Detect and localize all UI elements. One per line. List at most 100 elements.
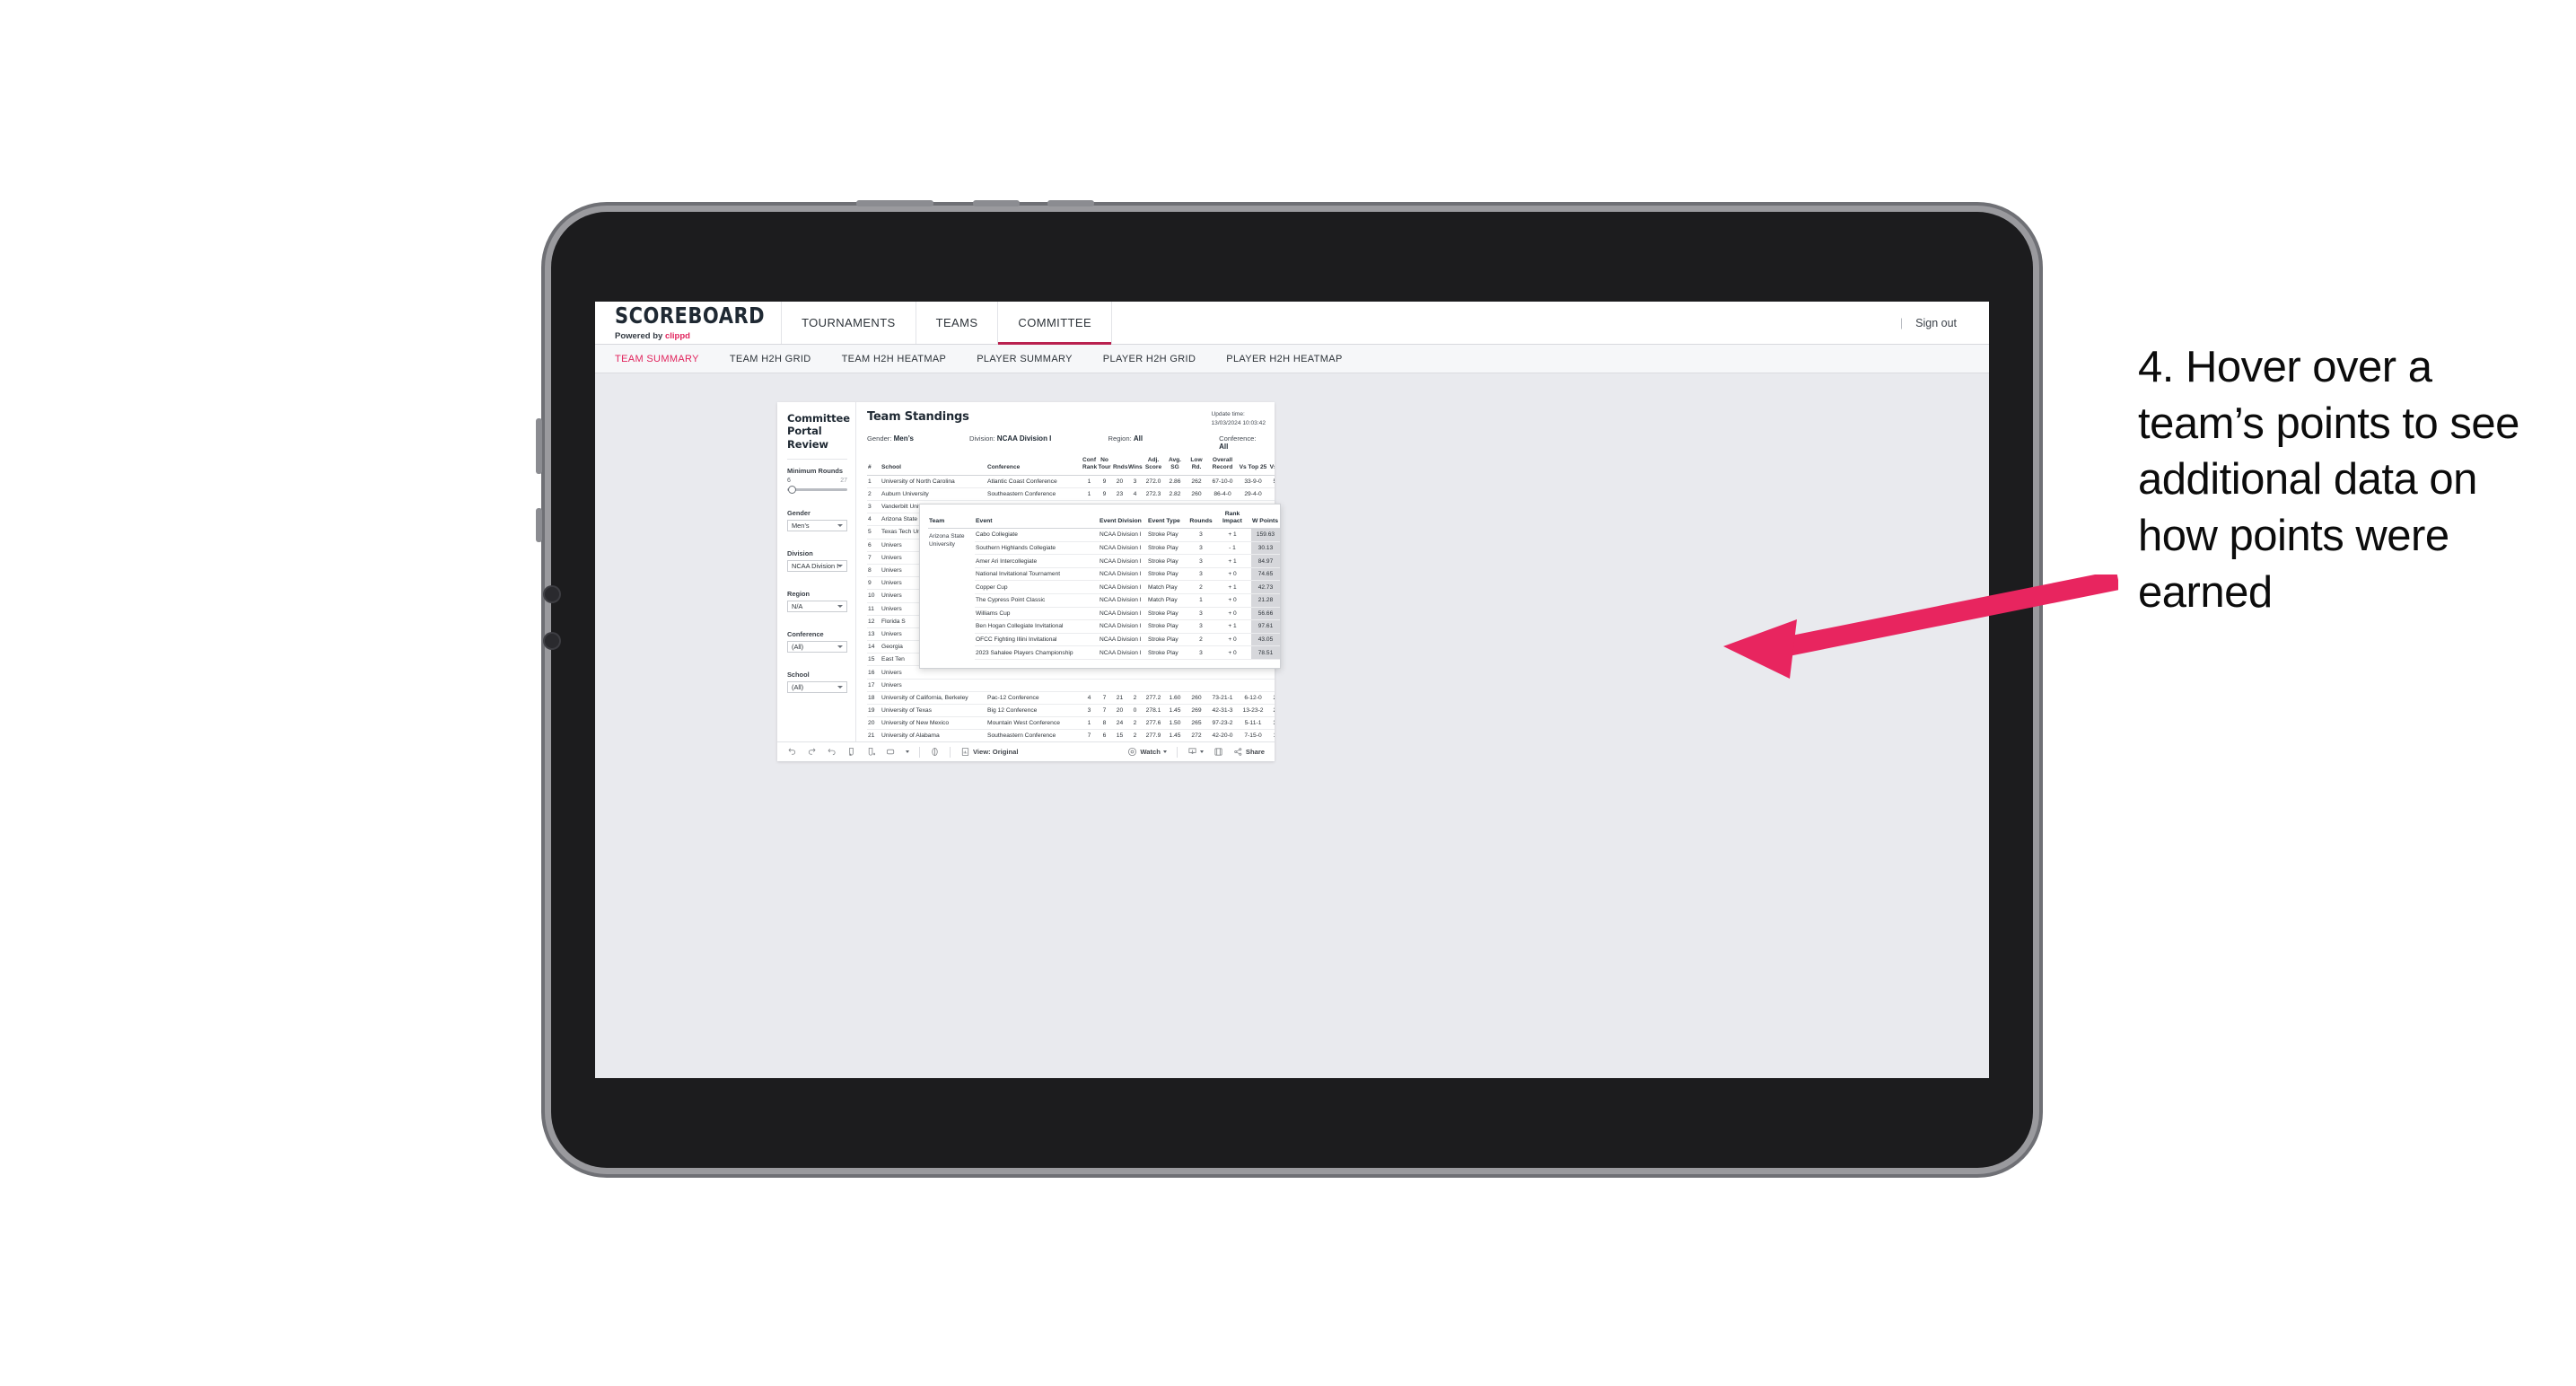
col-wins[interactable]: Wins — [1127, 457, 1143, 476]
table-row[interactable]: 2 Auburn University Southeastern Conferenc… — [867, 487, 1275, 502]
region-select[interactable]: N/A — [787, 601, 847, 613]
download-button[interactable] — [1187, 747, 1204, 757]
tab-team-summary[interactable]: TEAM SUMMARY — [615, 354, 699, 364]
refresh-data-icon[interactable] — [846, 747, 856, 757]
cell-low-rd: 260 — [1186, 691, 1207, 706]
tab-team-h2h-heatmap[interactable]: TEAM H2H HEATMAP — [842, 354, 947, 364]
table-row[interactable]: 21 University of Alabama Southeastern Conf… — [867, 729, 1275, 742]
school-select[interactable]: (All) — [787, 681, 847, 694]
cell-vs25 — [1238, 679, 1268, 692]
tooltip-cell-impact: - 1 — [1214, 541, 1251, 556]
table-header-row: # School Conference Conf Rank No Tour Rn… — [867, 457, 1275, 476]
cell-overall-record: 86-4-0 — [1207, 487, 1238, 502]
nav-item-teams[interactable]: TEAMS — [916, 302, 999, 344]
tooltip-row: Arizona State University Cabo Collegiate N… — [928, 528, 1280, 548]
filter-minimum-rounds: Minimum Rounds 6 27 — [787, 467, 847, 494]
tooltip-cell-w-points: 30.13 — [1251, 541, 1280, 556]
table-row[interactable]: 18 University of California, Berkeley Pac-… — [867, 691, 1275, 706]
cell-wins: 0 — [1127, 704, 1143, 718]
share-button[interactable]: Share — [1233, 747, 1265, 757]
minimum-rounds-values: 6 27 — [787, 478, 847, 484]
brand-logo[interactable]: SCOREBOARD Powered by clippd — [595, 302, 783, 344]
col-avg-sg[interactable]: Avg. SG — [1164, 457, 1186, 476]
cell-vs25: 6-12-0 — [1238, 691, 1268, 706]
cell-conference: Pac-12 Conference — [986, 691, 1082, 706]
standings-header: Team Standings Update time: 13/03/2024 1… — [856, 402, 1275, 451]
device-camera-icon — [545, 587, 559, 601]
cell-conf-rank: 4 — [1082, 691, 1097, 706]
tooltip-cell-type: Stroke Play — [1147, 567, 1188, 582]
region-value: N/A — [792, 602, 803, 611]
tooltip-cell-impact: + 1 — [1214, 619, 1251, 634]
sign-out-link[interactable]: Sign out — [1915, 317, 1957, 329]
division-value: NCAA Division I — [792, 562, 839, 571]
cell-wins: 2 — [1127, 691, 1143, 706]
chevron-down-icon[interactable] — [906, 750, 909, 753]
cell-avg-sg — [1164, 679, 1186, 692]
cell-low-rd — [1186, 679, 1207, 692]
cell-no-tour: 9 — [1097, 487, 1112, 502]
toolbar-right-group: Watch Share — [1127, 746, 1265, 758]
cell-avg-sg: 1.45 — [1164, 729, 1186, 742]
tab-player-h2h-heatmap[interactable]: PLAYER H2H HEATMAP — [1226, 354, 1342, 364]
chevron-down-icon — [837, 524, 843, 528]
redo-icon[interactable] — [807, 747, 817, 757]
col-vs-top-25[interactable]: Vs Top 25 — [1238, 457, 1268, 476]
col-rnds[interactable]: Rnds — [1112, 457, 1127, 476]
annotation-text: 4. Hover over a team’s points to see add… — [2138, 343, 2519, 617]
undo-icon[interactable] — [787, 747, 797, 757]
cell-conf-rank: 3 — [1082, 704, 1097, 718]
division-select[interactable]: NCAA Division I — [787, 560, 847, 573]
watch-button[interactable]: Watch — [1127, 747, 1167, 757]
cell-conference — [986, 679, 1082, 692]
standings-table-head: # School Conference Conf Rank No Tour Rn… — [867, 457, 1275, 476]
tooltip-cell-division: NCAA Division I — [1099, 593, 1147, 608]
table-row[interactable]: 17 Univers — [867, 679, 1275, 692]
table-row[interactable]: 19 University of Texas Big 12 Conference 3 7… — [867, 704, 1275, 718]
nav-item-committee[interactable]: COMMITTEE — [998, 302, 1113, 345]
gender-select[interactable]: Men’s — [787, 520, 847, 532]
device-layout-icon[interactable] — [886, 747, 896, 757]
revert-icon[interactable] — [827, 747, 837, 757]
col-adj-score[interactable]: Adj. Score — [1143, 457, 1164, 476]
cell-school: University of North Carolina — [881, 475, 986, 488]
tab-team-h2h-grid[interactable]: TEAM H2H GRID — [730, 354, 811, 364]
fullscreen-icon[interactable] — [1214, 747, 1223, 757]
conference-select[interactable]: (All) — [787, 641, 847, 654]
conference-label: Conference — [787, 630, 824, 639]
table-row[interactable]: 20 University of New Mexico Mountain West … — [867, 716, 1275, 731]
chevron-down-icon[interactable] — [1162, 750, 1167, 753]
col-num[interactable]: # — [867, 457, 881, 476]
tooltip-cell-rounds: 3 — [1188, 541, 1214, 556]
tooltip-header-row: Team Event Event Division Event Type Rou… — [928, 511, 1280, 530]
view-original-button[interactable]: View: Original — [960, 747, 1019, 757]
tab-player-h2h-grid[interactable]: PLAYER H2H GRID — [1103, 354, 1196, 364]
col-overall-record[interactable]: Overall Record — [1207, 457, 1238, 476]
chevron-down-icon[interactable] — [1199, 750, 1204, 753]
tooltip-cell-w-points: 21.28 — [1251, 593, 1280, 608]
tooltip-col-w-points: W Points — [1251, 511, 1280, 530]
cell-school: University of Alabama — [881, 729, 986, 742]
table-row[interactable]: 1 University of North Carolina Atlantic Co… — [867, 475, 1275, 488]
brand-logo-text: SCOREBOARD — [615, 303, 766, 329]
cell-low-rd: 265 — [1186, 716, 1207, 731]
col-conf-rank[interactable]: Conf Rank — [1082, 457, 1097, 476]
tab-player-summary[interactable]: PLAYER SUMMARY — [977, 354, 1073, 364]
col-conference[interactable]: Conference — [986, 457, 1082, 476]
filter-summary-division-value: NCAA Division I — [996, 434, 1052, 443]
powered-by-name: clippd — [664, 330, 690, 341]
col-low-rd[interactable]: Low Rd. — [1186, 457, 1207, 476]
minimum-rounds-slider[interactable] — [787, 485, 847, 494]
nav-item-tournaments[interactable]: TOURNAMENTS — [782, 302, 916, 344]
gender-label: Gender — [787, 509, 810, 518]
tooltip-cell-impact: + 1 — [1214, 528, 1251, 542]
points-detail-tooltip: Team Event Event Division Event Type Rou… — [919, 504, 1281, 669]
col-school[interactable]: School — [881, 457, 986, 476]
col-vs-top-50[interactable]: Vs Top 50 — [1268, 457, 1275, 476]
cell-conference: Mountain West Conference — [986, 716, 1082, 731]
col-no-tour[interactable]: No Tour — [1097, 457, 1112, 476]
alerts-icon[interactable] — [930, 747, 940, 757]
pause-updates-icon[interactable] — [866, 747, 876, 757]
minimum-rounds-slider-handle[interactable] — [788, 485, 796, 494]
